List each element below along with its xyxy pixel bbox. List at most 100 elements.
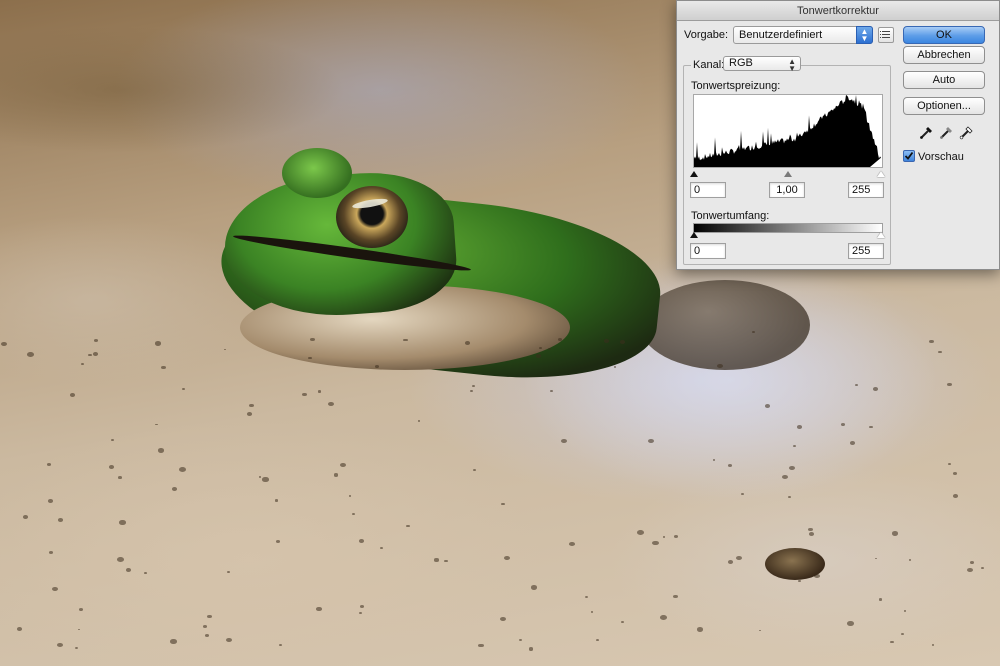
sand-speck (274, 499, 278, 502)
sand-speck (27, 352, 34, 357)
sand-speck (157, 448, 164, 453)
sand-speck (890, 640, 894, 644)
input-white-field[interactable]: 255 (848, 182, 884, 198)
sand-speck (470, 390, 473, 393)
sand-speck (477, 643, 484, 648)
auto-button[interactable]: Auto (903, 71, 985, 89)
histogram-shape (694, 95, 881, 167)
sand-speck (938, 350, 942, 354)
sand-speck (647, 438, 654, 444)
sand-speck (952, 471, 957, 475)
sand-speck (348, 494, 352, 497)
input-black-field[interactable]: 0 (690, 182, 726, 198)
sand-speck (878, 598, 883, 601)
channel-select[interactable]: RGB ▲ ▼ (723, 56, 801, 73)
sand-speck (789, 465, 796, 470)
sand-speck (374, 364, 379, 368)
sand-speck (758, 629, 762, 632)
sand-speck (808, 527, 814, 532)
sand-speck (351, 513, 355, 516)
black-point-eyedropper-icon[interactable] (919, 124, 935, 140)
output-white-slider[interactable] (877, 232, 885, 238)
sand-speck (78, 608, 84, 612)
sand-speck (584, 596, 588, 599)
input-gamma-field[interactable]: 1,00 (769, 182, 805, 198)
gray-point-eyedropper-icon[interactable] (939, 124, 955, 140)
channel-label: Kanal: (691, 59, 727, 71)
input-black-slider[interactable] (690, 171, 698, 177)
preview-checkbox[interactable] (903, 150, 915, 162)
sand-speck (154, 423, 158, 426)
white-point-eyedropper-icon[interactable] (959, 124, 975, 140)
output-white-field[interactable]: 255 (848, 243, 884, 259)
sand-speck (901, 632, 905, 635)
sand-speck (70, 393, 76, 397)
sand-speck (262, 477, 269, 482)
sand-speck (663, 536, 666, 538)
input-gamma-slider[interactable] (784, 171, 792, 177)
sand-speck (697, 627, 704, 632)
dialog-title[interactable]: Tonwertkorrektur (677, 1, 999, 21)
sand-speck (903, 610, 906, 612)
preset-label: Vorgabe: (684, 29, 729, 41)
sand-speck (93, 339, 99, 343)
sand-speck (464, 340, 471, 345)
options-button[interactable]: Optionen... (903, 97, 985, 115)
output-black-slider[interactable] (690, 232, 698, 238)
cancel-button[interactable]: Abbrechen (903, 46, 985, 64)
sand-speck (535, 354, 541, 358)
sand-speck (22, 515, 29, 520)
sand-speck (530, 585, 538, 590)
sand-speck (444, 559, 448, 563)
input-white-slider[interactable] (877, 171, 885, 177)
sand-speck (797, 579, 802, 583)
sand-speck (116, 556, 124, 562)
sand-speck (472, 385, 476, 388)
output-black-field[interactable]: 0 (690, 243, 726, 259)
ok-button[interactable]: OK (903, 26, 985, 44)
histogram-graph (694, 95, 881, 167)
sand-speck (16, 626, 23, 631)
sand-speck (155, 341, 162, 346)
sand-speck (966, 567, 974, 573)
sand-speck (359, 611, 362, 614)
sand-speck (78, 628, 81, 631)
sand-speck (727, 463, 733, 467)
sand-speck (528, 647, 534, 651)
sand-speck (434, 558, 439, 562)
sand-speck (672, 594, 678, 599)
sand-speck (278, 644, 282, 647)
sand-speck (75, 646, 78, 649)
sand-speck (333, 473, 339, 477)
submerged-rock (640, 280, 810, 370)
sand-speck (358, 539, 365, 544)
sand-speck (591, 611, 594, 613)
sand-speck (797, 425, 803, 429)
frog-eye-bump (282, 148, 352, 198)
sand-speck (248, 403, 254, 407)
preset-options-button[interactable] (878, 27, 894, 43)
sand-speck (302, 392, 308, 397)
sand-speck (327, 401, 335, 407)
sand-speck (258, 476, 261, 478)
sand-speck (47, 499, 53, 503)
sand-speck (172, 487, 178, 491)
sand-speck (57, 518, 63, 522)
sand-speck (519, 639, 522, 642)
sand-speck (88, 354, 92, 357)
sand-speck (569, 541, 575, 546)
sand-speck (558, 338, 563, 341)
sand-speck (417, 420, 420, 422)
sand-speck (57, 643, 63, 647)
sand-speck (787, 495, 791, 499)
sand-speck (118, 476, 122, 479)
sand-speck (80, 363, 85, 366)
preset-select[interactable]: Benutzerdefiniert ▲ ▼ (733, 26, 873, 44)
sand-speck (874, 557, 877, 560)
sand-speck (473, 468, 477, 472)
sand-speck (92, 352, 99, 357)
sand-speck (908, 558, 912, 561)
sand-speck (503, 556, 510, 561)
checkmark-icon (904, 151, 914, 160)
sand-speck (359, 605, 365, 609)
